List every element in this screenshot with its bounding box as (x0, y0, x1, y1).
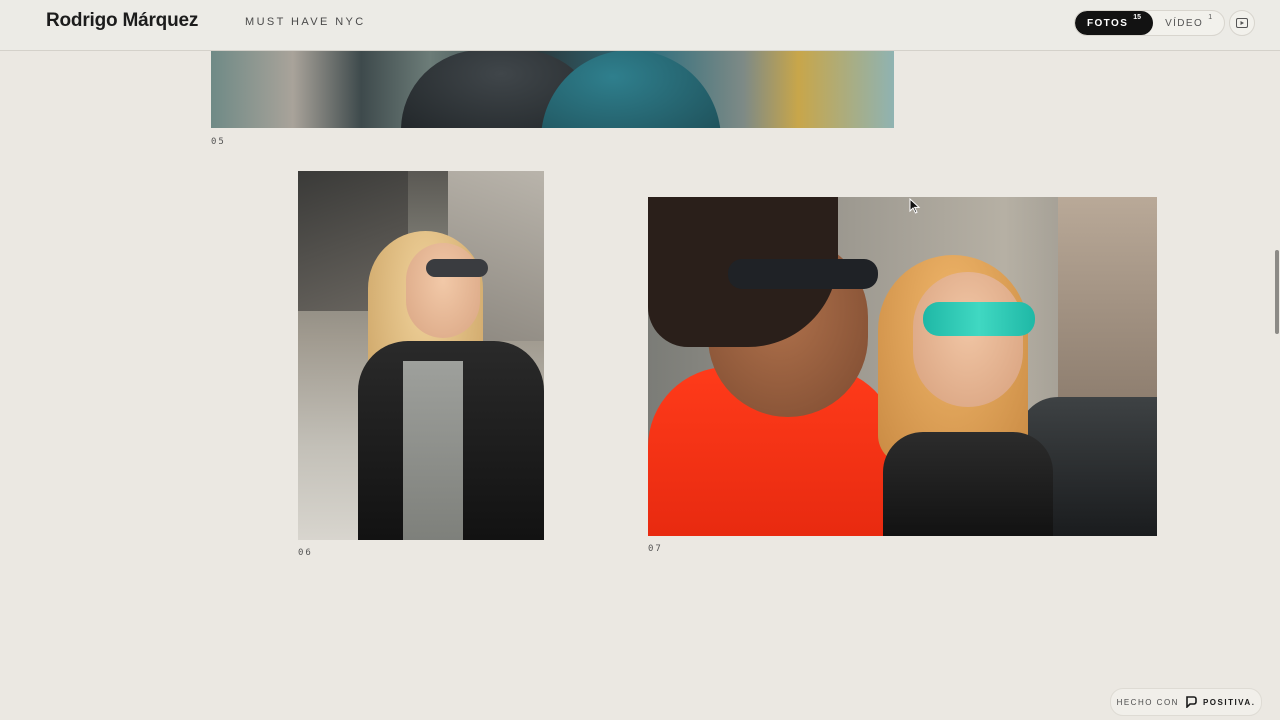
page: Rodrigo Márquez MUST HAVE NYC FOTOS 15 V… (0, 0, 1280, 720)
made-with-label: HECHO CON (1116, 697, 1179, 707)
tab-video[interactable]: VÍDEO 1 (1153, 11, 1224, 35)
photo-caption-06: 06 (298, 548, 313, 558)
photo-subject (406, 243, 480, 338)
project-title: MUST HAVE NYC (245, 16, 366, 28)
photo-caption-07: 07 (648, 544, 663, 554)
tab-video-label: VÍDEO (1165, 18, 1204, 29)
positiva-logo-icon (1186, 696, 1197, 708)
photo-caption-05: 05 (211, 137, 226, 147)
mouse-cursor-icon (909, 198, 921, 214)
made-with-badge[interactable]: HECHO CON POSITIVA. (1110, 688, 1262, 716)
photo-subject (913, 272, 1023, 407)
play-button[interactable] (1229, 10, 1255, 36)
photo-subject (541, 50, 721, 128)
tab-fotos-label: FOTOS (1087, 18, 1129, 29)
photo-subject (923, 302, 1035, 336)
tab-fotos[interactable]: FOTOS 15 (1075, 11, 1154, 35)
photo-subject (403, 361, 463, 540)
gallery-photo-07[interactable] (648, 197, 1157, 536)
photo-subject (426, 259, 488, 277)
play-square-icon (1236, 18, 1248, 28)
tab-fotos-count: 15 (1133, 14, 1142, 21)
brand-name[interactable]: Rodrigo Márquez (46, 10, 198, 32)
media-tabs: FOTOS 15 VÍDEO 1 (1074, 10, 1226, 36)
gallery-photo-05[interactable] (211, 50, 894, 128)
tab-video-count: 1 (1208, 14, 1213, 21)
scrollbar-thumb[interactable] (1275, 250, 1279, 334)
platform-name: POSITIVA. (1202, 697, 1256, 707)
gallery-photo-06[interactable] (298, 171, 544, 540)
photo-subject (728, 259, 878, 289)
photo-background (1058, 197, 1157, 397)
photo-subject (883, 432, 1053, 536)
header: Rodrigo Márquez MUST HAVE NYC FOTOS 15 V… (0, 0, 1280, 51)
